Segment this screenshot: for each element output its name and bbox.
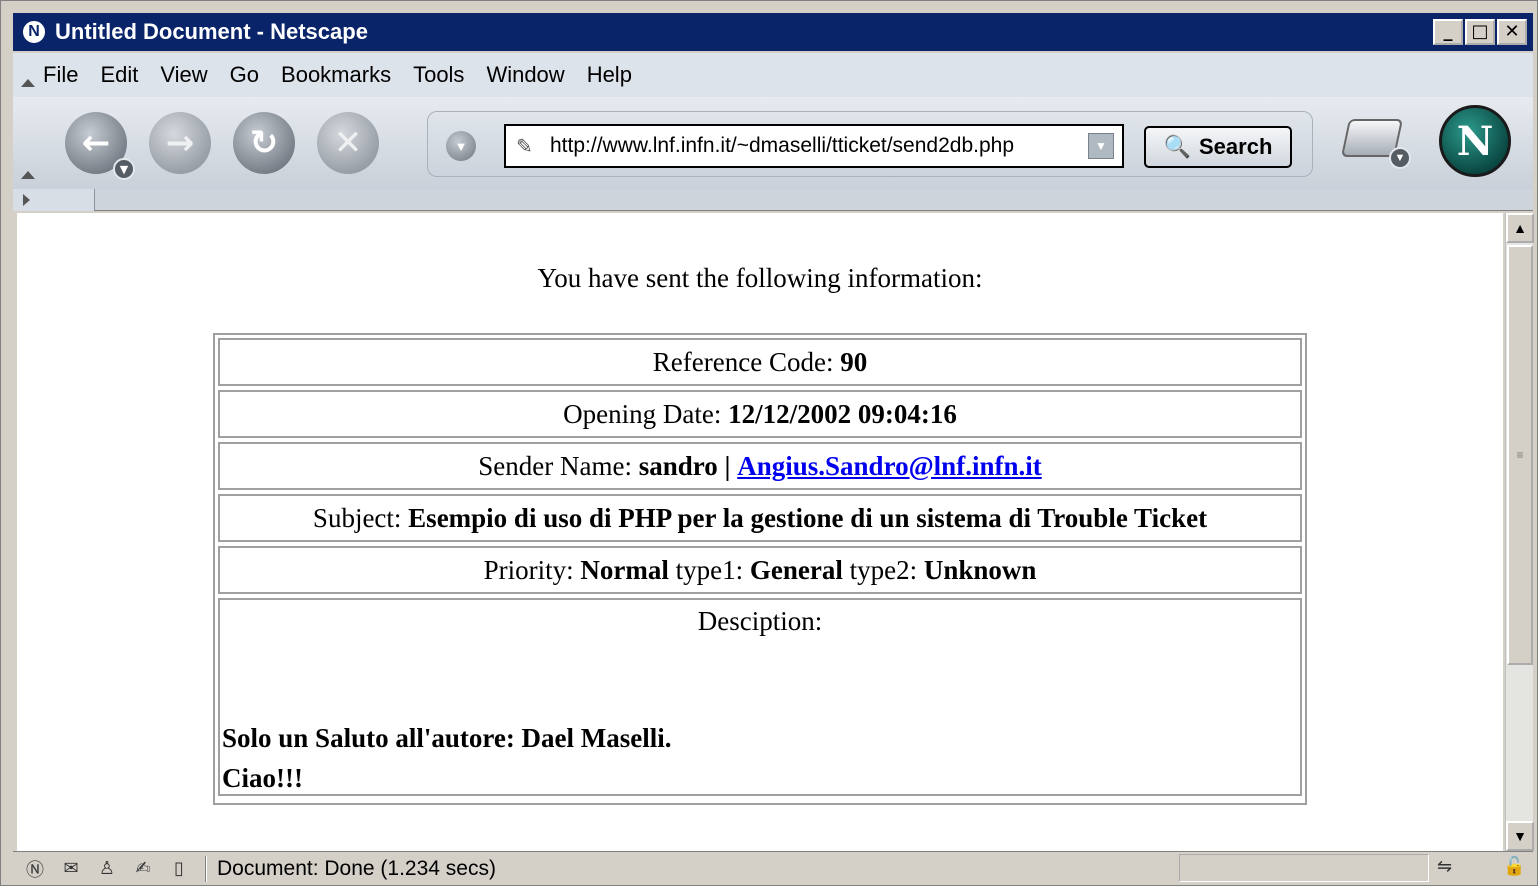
netscape-throbber-logo[interactable]: N bbox=[1439, 105, 1511, 177]
magnifier-icon: 🔍 bbox=[1163, 134, 1191, 159]
personal-toolbar-collapsed bbox=[13, 189, 1533, 211]
reference-value: 90 bbox=[840, 346, 868, 377]
forward-button[interactable]: → bbox=[149, 112, 211, 174]
priority-row: Priority: Normal type1: General type2: U… bbox=[218, 546, 1302, 594]
print-button[interactable]: ▼ bbox=[1340, 111, 1411, 173]
maximize-button[interactable]: □ bbox=[1465, 19, 1495, 45]
mail-icon[interactable]: ✉ bbox=[57, 857, 85, 881]
history-dropdown-icon[interactable]: ▼ bbox=[446, 131, 476, 161]
security-lock-icon[interactable]: 🔓 bbox=[1503, 856, 1525, 877]
netscape-title-icon: N bbox=[21, 19, 47, 45]
progress-panel bbox=[1179, 854, 1429, 882]
url-dropdown-icon[interactable]: ▼ bbox=[1088, 133, 1114, 159]
description-line-2: Ciao!!! bbox=[222, 763, 303, 793]
reload-button[interactable]: ↻ bbox=[233, 112, 295, 174]
sender-label: Sender Name: bbox=[478, 450, 632, 481]
menu-go[interactable]: Go bbox=[230, 62, 259, 88]
close-button[interactable]: ✕ bbox=[1497, 19, 1527, 45]
address-book-icon[interactable]: ▯ bbox=[165, 857, 193, 881]
vertical-scrollbar[interactable]: ▲ ≡ ▼ bbox=[1505, 213, 1534, 851]
window-title: Untitled Document - Netscape bbox=[55, 19, 368, 44]
ticket-table: Reference Code: 90 Opening Date: 12/12/2… bbox=[213, 333, 1307, 805]
menu-bar: File Edit View Go Bookmarks Tools Window… bbox=[13, 53, 1533, 97]
minimize-button[interactable]: _ bbox=[1433, 19, 1463, 45]
description-label: Desciption: bbox=[697, 606, 823, 636]
back-button[interactable]: ← ▼ bbox=[65, 112, 135, 180]
description-line-1: Solo un Saluto all'autore: Dael Maselli. bbox=[222, 723, 672, 753]
subject-label: Subject: bbox=[312, 502, 402, 533]
status-text: Document: Done (1.234 secs) bbox=[217, 856, 496, 880]
back-arrow-icon: ← bbox=[81, 123, 111, 163]
scroll-thumb[interactable]: ≡ bbox=[1507, 245, 1533, 665]
priority-label: Priority: bbox=[483, 554, 574, 585]
toolbar-grip-icon[interactable] bbox=[13, 97, 43, 189]
menu-bookmarks[interactable]: Bookmarks bbox=[281, 62, 391, 88]
priority-value: Normal bbox=[580, 554, 669, 585]
navigation-toolbar: ← ▼ → ↻ ✕ ▼ ✎ http://www.lnf.infn.it/~dm… bbox=[13, 97, 1533, 189]
description-text: Solo un Saluto all'autore: Dael Maselli.… bbox=[222, 718, 672, 798]
sender-row: Sender Name: sandro | Angius.Sandro@lnf.… bbox=[218, 442, 1302, 490]
scroll-down-icon[interactable]: ▼ bbox=[1506, 821, 1534, 851]
page-proxy-icon[interactable]: ✎ bbox=[516, 134, 540, 159]
back-history-dropdown-icon[interactable]: ▼ bbox=[113, 158, 135, 180]
type2-value: Unknown bbox=[923, 554, 1037, 585]
subject-row: Subject: Esempio di uso di PHP per la ge… bbox=[218, 494, 1302, 542]
opening-date-row: Opening Date: 12/12/2002 09:04:16 bbox=[218, 390, 1302, 438]
composer-icon[interactable]: ✍ bbox=[129, 857, 157, 881]
status-separator bbox=[205, 855, 207, 882]
forward-arrow-icon: → bbox=[165, 123, 195, 163]
description-row: Desciption: Solo un Saluto all'autore: D… bbox=[218, 598, 1302, 796]
netscape-icon[interactable]: Ⓝ bbox=[21, 857, 49, 881]
toolbar-grip-icon[interactable] bbox=[13, 53, 43, 97]
type1-value: General bbox=[749, 554, 843, 585]
stop-button[interactable]: ✕ bbox=[317, 112, 379, 174]
print-dropdown-icon[interactable]: ▼ bbox=[1389, 147, 1411, 169]
stop-icon: ✕ bbox=[333, 123, 363, 163]
type2-label: type2: bbox=[849, 554, 918, 585]
sender-email-link[interactable]: Angius.Sandro@lnf.infn.it bbox=[737, 451, 1041, 482]
sender-separator: | bbox=[724, 450, 731, 481]
reload-icon: ↻ bbox=[249, 123, 279, 163]
title-bar[interactable]: N Untitled Document - Netscape _ □ ✕ bbox=[13, 13, 1533, 51]
subject-value: Esempio di uso di PHP per la gestione di… bbox=[408, 502, 1208, 533]
menu-file[interactable]: File bbox=[43, 62, 78, 88]
menu-window[interactable]: Window bbox=[486, 62, 564, 88]
browser-window: N Untitled Document - Netscape _ □ ✕ Fil… bbox=[0, 0, 1538, 886]
sender-name: sandro bbox=[638, 450, 718, 481]
aim-icon[interactable]: ♙ bbox=[93, 857, 121, 881]
status-bar: Ⓝ ✉ ♙ ✍ ▯ Document: Done (1.234 secs) ⇋ … bbox=[13, 851, 1533, 885]
url-text[interactable]: http://www.lnf.infn.it/~dmaselli/tticket… bbox=[550, 134, 1088, 158]
menu-view[interactable]: View bbox=[160, 62, 207, 88]
menu-tools[interactable]: Tools bbox=[413, 62, 464, 88]
opening-label: Opening Date: bbox=[563, 398, 722, 429]
search-label: Search bbox=[1199, 134, 1273, 159]
location-group: ▼ ✎ http://www.lnf.infn.it/~dmaselli/tti… bbox=[427, 111, 1313, 177]
opening-value: 12/12/2002 09:04:16 bbox=[728, 398, 957, 429]
url-input[interactable]: ✎ http://www.lnf.infn.it/~dmaselli/ttick… bbox=[504, 124, 1124, 168]
reference-label: Reference Code: bbox=[652, 346, 834, 377]
online-connection-icon[interactable]: ⇋ bbox=[1437, 856, 1452, 877]
search-button[interactable]: 🔍 Search bbox=[1144, 126, 1292, 168]
menu-help[interactable]: Help bbox=[587, 62, 632, 88]
page-content: You have sent the following information:… bbox=[17, 213, 1503, 851]
menu-edit[interactable]: Edit bbox=[100, 62, 138, 88]
expand-toolbar-icon[interactable] bbox=[13, 189, 95, 211]
reference-row: Reference Code: 90 bbox=[218, 338, 1302, 386]
window-controls: _ □ ✕ bbox=[1433, 19, 1527, 45]
type1-label: type1: bbox=[675, 554, 744, 585]
scroll-up-icon[interactable]: ▲ bbox=[1506, 213, 1534, 243]
intro-text: You have sent the following information: bbox=[537, 263, 983, 293]
